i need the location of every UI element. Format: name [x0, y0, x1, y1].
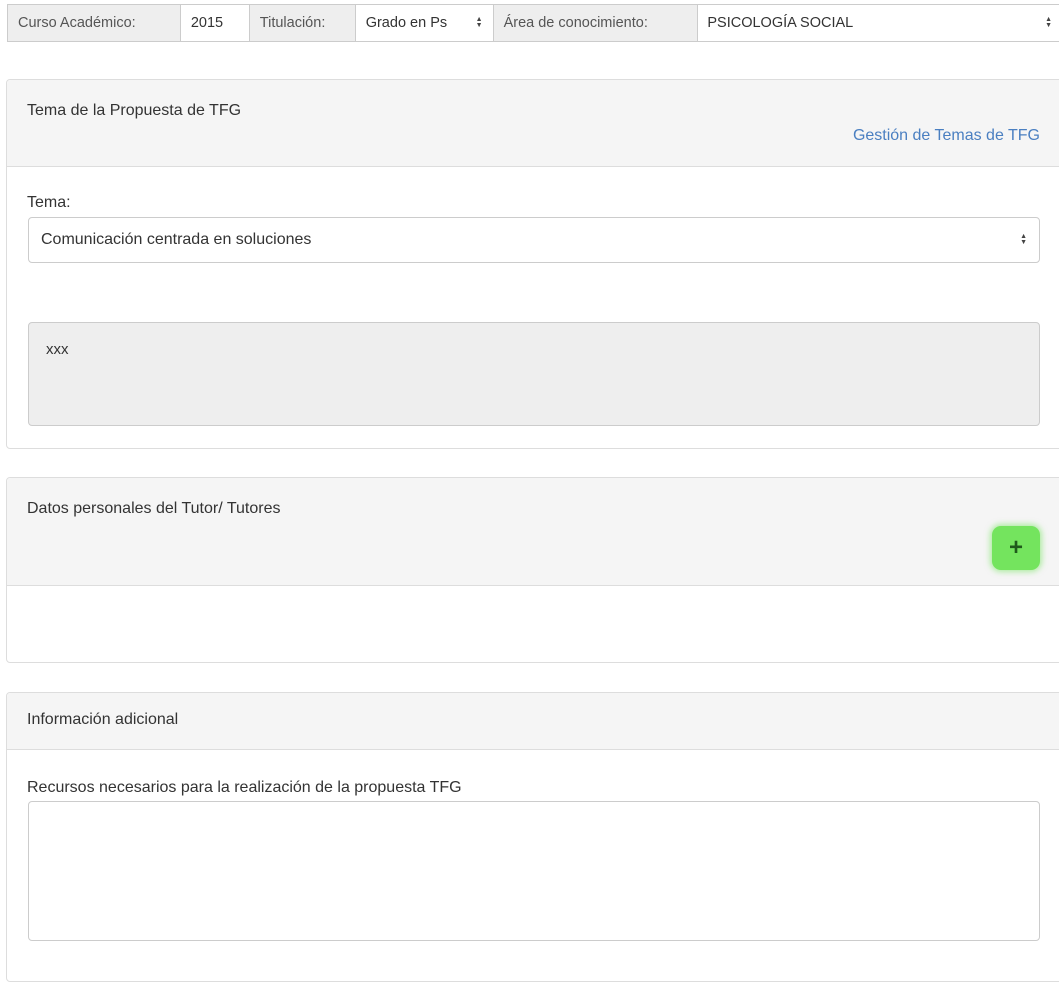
area-conocimiento-select-value: PSICOLOGÍA SOCIAL: [707, 15, 854, 31]
panel-title: Información adicional: [27, 711, 179, 728]
titulacion-label: Titulación:: [248, 4, 356, 42]
plus-icon: +: [1008, 534, 1023, 561]
panel-title: Datos personales del Tutor/ Tutores: [27, 500, 281, 517]
curso-academico-field[interactable]: 2015: [179, 4, 250, 42]
filter-bar: Curso Académico: 2015 Titulación: Grado …: [7, 4, 1059, 42]
titulacion-select[interactable]: Grado en Ps ▲ ▼: [354, 4, 494, 42]
add-tutor-button[interactable]: +: [992, 526, 1040, 570]
area-conocimiento-select[interactable]: PSICOLOGÍA SOCIAL ▲ ▼: [697, 4, 1059, 42]
recursos-label: Recursos necesarios para la realización …: [27, 779, 462, 796]
tutor-panel-heading: Datos personales del Tutor/ Tutores +: [7, 478, 1059, 586]
area-conocimiento-label: Área de conocimiento:: [492, 4, 699, 42]
recursos-textarea[interactable]: [28, 801, 1040, 941]
info-adicional-panel: Información adicional Recursos necesario…: [6, 692, 1059, 982]
tema-panel: Tema de la Propuesta de TFG Gestión de T…: [6, 79, 1059, 449]
tema-panel-heading: Tema de la Propuesta de TFG Gestión de T…: [7, 80, 1059, 167]
panel-title: Tema de la Propuesta de TFG: [27, 102, 242, 119]
up-down-chevron-icon: ▲ ▼: [475, 16, 483, 29]
tema-select[interactable]: Comunicación centrada en soluciones ▲ ▼: [28, 217, 1040, 263]
titulacion-select-value: Grado en Ps: [365, 15, 448, 31]
tutor-panel: Datos personales del Tutor/ Tutores +: [6, 477, 1059, 663]
up-down-chevron-icon: ▲ ▼: [1020, 233, 1027, 246]
info-adicional-panel-heading: Información adicional: [7, 693, 1059, 750]
gestion-temas-link[interactable]: Gestión de Temas de TFG: [853, 127, 1040, 145]
tema-select-value: Comunicación centrada en soluciones: [41, 231, 312, 248]
up-down-chevron-icon: ▲ ▼: [1045, 16, 1052, 29]
tema-label: Tema:: [27, 194, 71, 211]
curso-academico-label: Curso Académico:: [7, 4, 181, 42]
tema-description: xxx: [28, 322, 1040, 426]
